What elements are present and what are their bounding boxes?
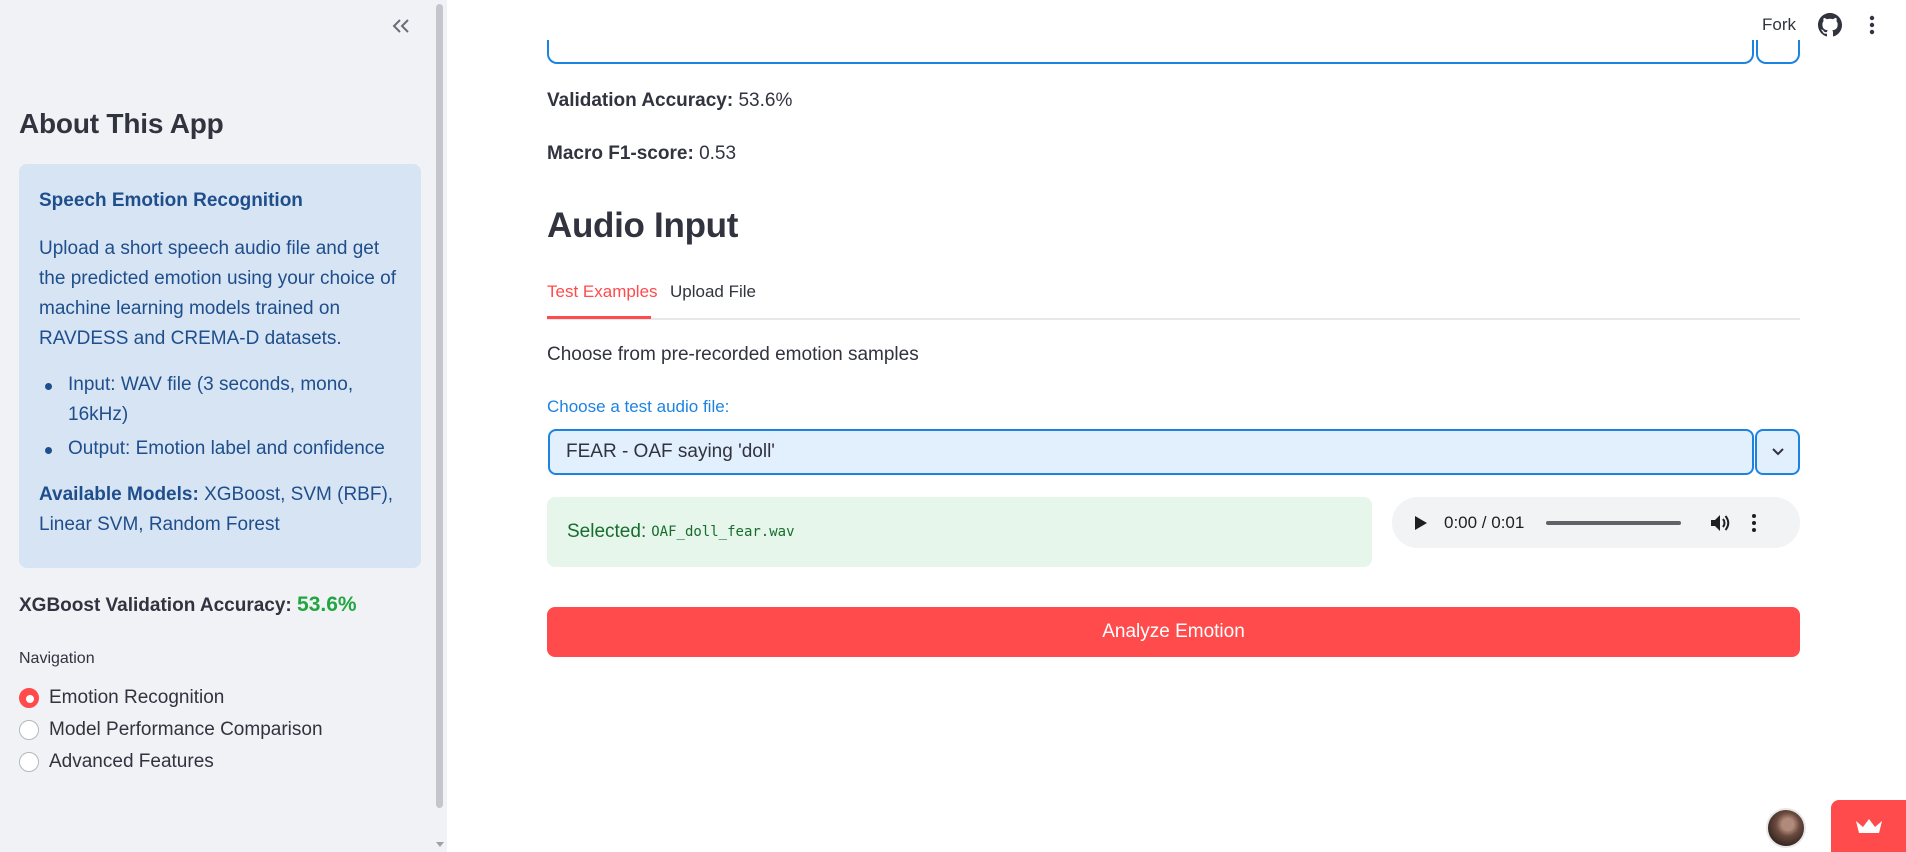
info-bullet-list: Input: WAV file (3 seconds, mono, 16kHz)…: [39, 370, 401, 464]
bullet-text: Input: WAV file (3 seconds, mono, 16kHz): [68, 374, 354, 425]
collapse-sidebar-button[interactable]: [386, 12, 416, 40]
scroll-down-arrow-icon[interactable]: [436, 842, 444, 847]
sidebar-scrollbar-thumb[interactable]: [436, 4, 443, 808]
accuracy-value: 53.6%: [297, 593, 357, 616]
streamlit-badge[interactable]: [1831, 800, 1906, 852]
macro-f1-metric: Macro F1-score: 0.53: [547, 143, 736, 165]
models-label: Available Models:: [39, 484, 199, 505]
analyze-emotion-button[interactable]: Analyze Emotion: [547, 607, 1800, 657]
sidebar: About This App Speech Emotion Recognitio…: [0, 0, 447, 852]
audio-time: 0:00 / 0:01: [1444, 512, 1525, 532]
nav-option-emotion-recognition[interactable]: Emotion Recognition: [19, 682, 323, 714]
tab-upload-file[interactable]: Upload File: [670, 282, 756, 302]
nav-option-advanced-features[interactable]: Advanced Features: [19, 746, 323, 778]
tab-test-examples[interactable]: Test Examples: [547, 282, 658, 302]
list-item: Input: WAV file (3 seconds, mono, 16kHz): [39, 370, 401, 430]
nav-option-label: Model Performance Comparison: [49, 719, 323, 740]
fork-button[interactable]: Fork: [1762, 15, 1796, 35]
select-value: FEAR - OAF saying 'doll': [566, 441, 775, 462]
audio-player: 0:00 / 0:01: [1392, 497, 1800, 548]
model-select-box-edge[interactable]: [547, 40, 1754, 64]
active-tab-indicator: [547, 316, 651, 319]
sidebar-accuracy: XGBoost Validation Accuracy: 53.6%: [19, 593, 357, 617]
selected-filename: OAF_doll_fear.wav: [651, 524, 795, 540]
avatar[interactable]: [1766, 808, 1806, 848]
test-audio-select[interactable]: FEAR - OAF saying 'doll': [548, 429, 1754, 475]
double-chevron-left-icon: [392, 19, 409, 33]
nav-option-label: Advanced Features: [49, 751, 214, 772]
tab-description: Choose from pre-recorded emotion samples: [547, 344, 919, 365]
metric-value: 53.6%: [738, 90, 793, 111]
github-button[interactable]: [1818, 13, 1842, 37]
list-item: Output: Emotion label and confidence: [39, 434, 401, 464]
nav-option-label: Emotion Recognition: [49, 687, 225, 708]
about-info-box: Speech Emotion Recognition Upload a shor…: [19, 164, 421, 568]
metric-label: Validation Accuracy:: [547, 90, 734, 111]
validation-accuracy-metric: Validation Accuracy: 53.6%: [547, 90, 792, 112]
select-dropdown-button[interactable]: [1755, 429, 1800, 475]
audio-input-tabs: Test Examples Upload File: [547, 280, 1800, 320]
volume-icon[interactable]: [1709, 513, 1733, 533]
metric-label: Macro F1-score:: [547, 143, 694, 164]
crown-icon: [1855, 819, 1882, 833]
select-label: Choose a test audio file:: [547, 397, 730, 416]
main-menu-button[interactable]: [1865, 13, 1879, 37]
bullet-text: Output: Emotion label and confidence: [68, 438, 385, 459]
navigation-radio-group: Emotion Recognition Model Performance Co…: [19, 682, 323, 778]
section-title: Audio Input: [547, 206, 739, 245]
radio-button[interactable]: [19, 688, 39, 708]
play-icon[interactable]: [1410, 513, 1430, 533]
bullet-icon: [45, 447, 52, 454]
kebab-menu-icon: [1869, 15, 1875, 35]
info-description: Upload a short speech audio file and get…: [39, 238, 396, 349]
radio-button[interactable]: [19, 720, 39, 740]
audio-more-icon[interactable]: [1751, 513, 1757, 533]
selected-file-alert: Selected: OAF_doll_fear.wav: [547, 497, 1372, 567]
available-models: Available Models: XGBoost, SVM (RBF), Li…: [39, 480, 401, 540]
metric-value: 0.53: [699, 143, 737, 164]
info-heading: Speech Emotion Recognition: [39, 190, 303, 211]
accuracy-label: XGBoost Validation Accuracy:: [19, 595, 292, 616]
navigation-label: Navigation: [19, 650, 95, 667]
bullet-icon: [45, 383, 52, 390]
audio-seek-bar[interactable]: [1546, 520, 1682, 525]
radio-button[interactable]: [19, 752, 39, 772]
github-icon: [1818, 13, 1842, 37]
selected-label: Selected:: [567, 521, 647, 542]
nav-option-model-performance[interactable]: Model Performance Comparison: [19, 714, 323, 746]
model-select-arrow-edge[interactable]: [1756, 40, 1800, 64]
chevron-down-icon: [1771, 448, 1784, 456]
sidebar-title: About This App: [19, 108, 224, 139]
